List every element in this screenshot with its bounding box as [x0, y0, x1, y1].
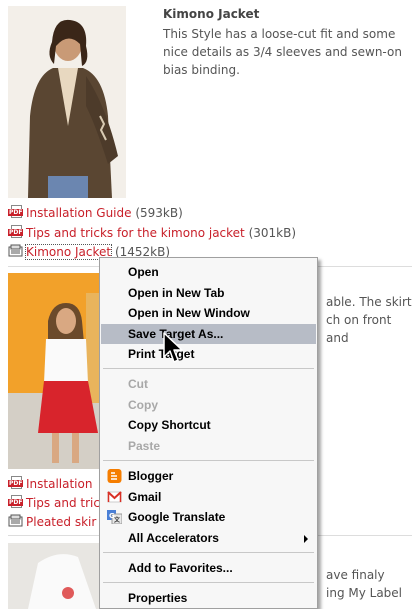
- menu-item-cut: Cut: [128, 377, 148, 391]
- menu-separator: [103, 460, 314, 461]
- list-item: PDF Installation: [8, 475, 92, 493]
- description-line: able. The skirt: [326, 295, 412, 309]
- menu-item-paste: Paste: [128, 439, 161, 453]
- menu-item-open-new-window[interactable]: Open in New Window: [101, 303, 316, 323]
- list-item: PDF Installation Guide (593kB): [8, 204, 183, 222]
- menu-item-add-to-favorites[interactable]: Add to Favorites...: [101, 558, 316, 578]
- menu-separator: [103, 582, 314, 583]
- submenu-arrow-icon: [304, 535, 308, 543]
- list-item: Pleated skir: [8, 513, 96, 531]
- menu-separator: [103, 552, 314, 553]
- menu-item-print-target[interactable]: Print Target: [101, 344, 316, 364]
- product-description: able. The skirt ch on front and: [326, 293, 412, 347]
- product-title: Kimono Jacket: [163, 7, 260, 21]
- pdf-icon: PDF: [8, 476, 24, 490]
- tips-and-tricks-link[interactable]: Tips and tric: [26, 496, 100, 510]
- menu-item-gmail[interactable]: Gmail: [101, 487, 316, 507]
- menu-item-blogger[interactable]: Blogger: [101, 466, 316, 486]
- description-line: ch on front and: [326, 313, 392, 345]
- context-menu: Open Open in New Tab Open in New Window …: [99, 257, 318, 609]
- menu-item-open-new-tab[interactable]: Open in New Tab: [101, 283, 316, 303]
- menu-item-all-accelerators[interactable]: All Accelerators: [101, 528, 316, 548]
- menu-item-label: Gmail: [128, 490, 162, 504]
- blogger-icon: [107, 469, 122, 483]
- svg-text:文: 文: [113, 516, 121, 524]
- menu-item-label: All Accelerators: [128, 531, 219, 545]
- description-line: ave finaly: [326, 568, 385, 582]
- pdf-icon: PDF: [8, 205, 24, 219]
- menu-item-copy-shortcut[interactable]: Copy Shortcut: [101, 415, 316, 435]
- file-size: (301kB): [248, 226, 297, 240]
- installation-link[interactable]: Installation: [26, 477, 92, 491]
- file-size: (593kB): [135, 206, 183, 220]
- menu-item-label: Google Translate: [128, 510, 226, 524]
- list-item: PDF Tips and tricks for the kimono jacket…: [8, 224, 296, 242]
- pdf-icon: PDF: [8, 495, 24, 509]
- description-line: ing My Label: [326, 586, 403, 600]
- pleated-skirt-file-link[interactable]: Pleated skir: [26, 515, 96, 529]
- menu-separator: [103, 368, 314, 369]
- menu-item-save-target-as[interactable]: Save Target As...: [101, 324, 316, 344]
- menu-item-google-translate[interactable]: G文 Google Translate: [101, 507, 316, 527]
- tips-and-tricks-link[interactable]: Tips and tricks for the kimono jacket: [26, 226, 245, 240]
- google-translate-icon: G文: [107, 510, 123, 525]
- menu-item-copy: Copy: [128, 398, 158, 412]
- menu-item-label: Blogger: [128, 469, 174, 483]
- list-item: PDF Tips and tric: [8, 494, 100, 512]
- document-icon: [8, 244, 23, 258]
- menu-item-open[interactable]: Open: [101, 262, 316, 282]
- product-description: ave finaly ing My Label: [326, 566, 412, 602]
- mouse-cursor-icon: [163, 332, 183, 363]
- kimono-jacket-photo[interactable]: [8, 6, 126, 198]
- menu-item-properties[interactable]: Properties: [101, 588, 316, 608]
- pdf-icon: PDF: [8, 225, 24, 239]
- product-description: This Style has a loose-cut fit and some …: [163, 27, 402, 77]
- gmail-icon: [107, 490, 122, 504]
- document-icon: [8, 514, 23, 528]
- installation-guide-link[interactable]: Installation Guide: [26, 206, 132, 220]
